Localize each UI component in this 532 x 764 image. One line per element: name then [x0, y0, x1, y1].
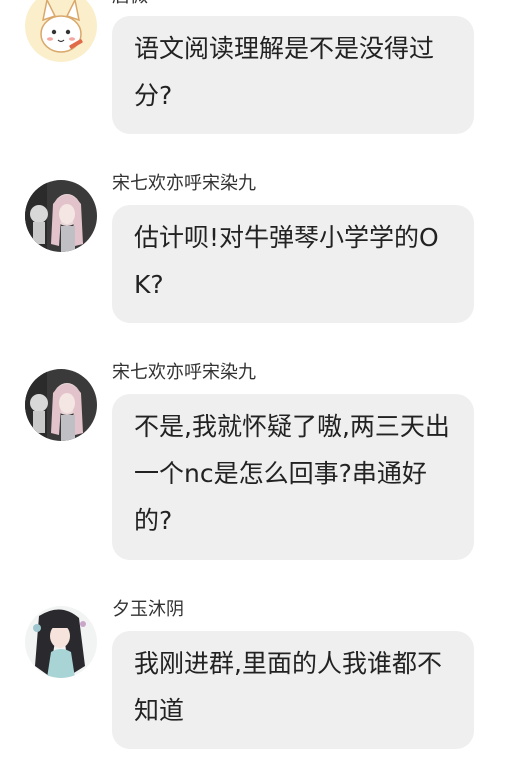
- chat-message-list: 唐微 语文阅读理解是不是没得过分? 宋七欢亦呼宋染九 估计呗!对牛弹琴小学学的O…: [0, 0, 532, 764]
- message-bubble[interactable]: 我刚进群,里面的人我谁都不知道: [112, 631, 474, 749]
- message-bubble[interactable]: 语文阅读理解是不是没得过分?: [112, 16, 474, 134]
- girl-photo-avatar-icon[interactable]: [25, 180, 97, 252]
- anime-girl-avatar-icon[interactable]: [25, 606, 97, 678]
- message-bubble[interactable]: 不是,我就怀疑了嗷,两三天出一个nc是怎么回事?串通好的?: [112, 394, 474, 560]
- girl-photo-avatar-icon[interactable]: [25, 369, 97, 441]
- cartoon-fox-avatar-icon[interactable]: [25, 0, 97, 62]
- sender-name[interactable]: 宋七欢亦呼宋染九: [112, 362, 256, 384]
- sender-name[interactable]: 宋七欢亦呼宋染九: [112, 173, 256, 195]
- message-bubble[interactable]: 估计呗!对牛弹琴小学学的OK?: [112, 205, 474, 323]
- sender-name[interactable]: 唐微: [112, 0, 148, 8]
- sender-name[interactable]: 夕玉沐阴: [112, 599, 184, 621]
